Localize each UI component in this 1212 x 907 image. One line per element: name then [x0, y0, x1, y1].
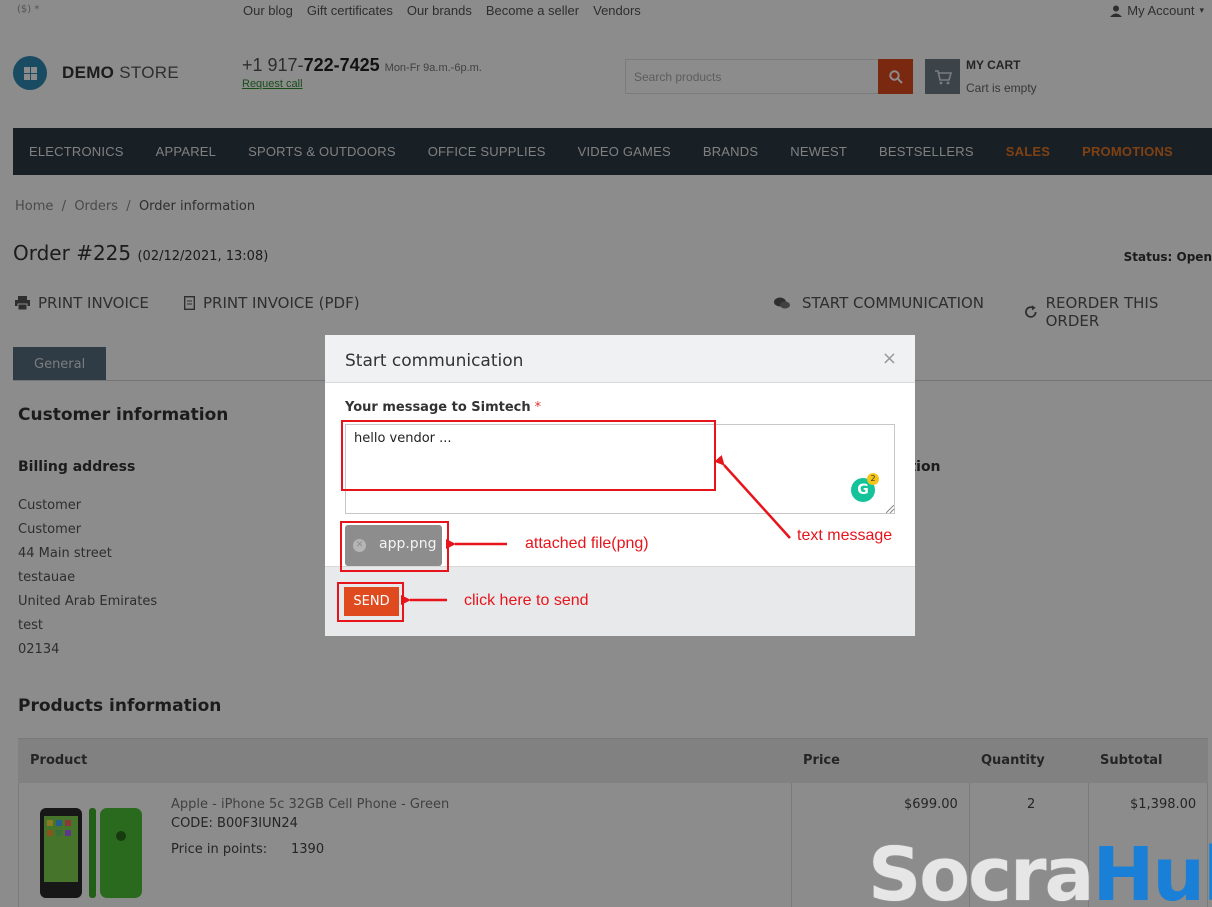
annotation-arrows — [401, 454, 791, 605]
arrow-to-message — [714, 454, 791, 539]
annotation-text-message: text message — [797, 527, 893, 544]
annotation-attached-file: attached file(png) — [525, 535, 649, 552]
annotation-click-send: click here to send — [464, 592, 589, 609]
